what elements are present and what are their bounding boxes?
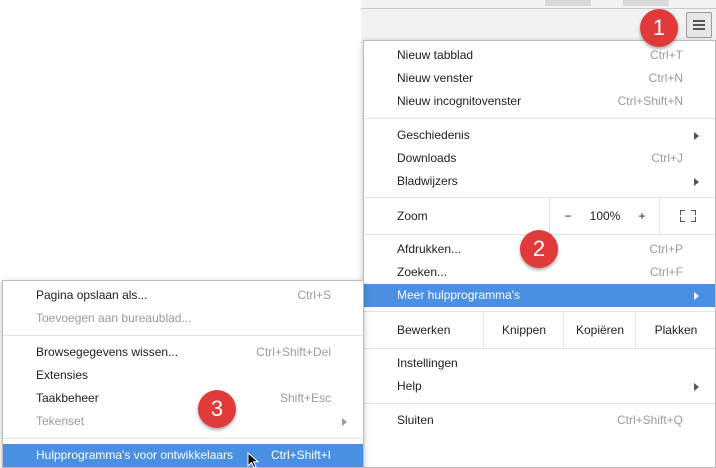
menu-item-label: Hulpprogramma's voor ontwikkelaars [36, 448, 234, 462]
menu-item-label: Downloads [397, 151, 457, 165]
fullscreen-icon [680, 210, 696, 222]
menu-item-new-incognito[interactable]: Nieuw incognitovenster Ctrl+Shift+N [364, 90, 715, 113]
menu-item-label: Nieuw incognitovenster [397, 94, 522, 108]
submenu-item-extensions[interactable]: Extensies [3, 364, 363, 387]
paste-button[interactable]: Plakken [635, 312, 716, 348]
menu-item-shortcut: Ctrl+T [650, 48, 683, 62]
zoom-level: 100% [585, 198, 625, 234]
menu-item-label: Zoeken... [397, 265, 448, 279]
zoom-plus-button[interactable]: + [625, 198, 659, 234]
menu-separator [364, 348, 715, 349]
menu-item-shortcut: Shift+Esc [279, 391, 331, 405]
menu-item-shortcut: Ctrl+Shift+I [270, 448, 331, 462]
menu-item-new-tab[interactable]: Nieuw tabblad Ctrl+T [364, 44, 715, 67]
fullscreen-corner [691, 210, 696, 215]
menu-item-label: Sluiten [397, 413, 434, 427]
menu-item-shortcut: Ctrl+F [650, 265, 683, 279]
zoom-plus-label: + [638, 209, 646, 223]
step-badge-3: 3 [198, 390, 236, 428]
menu-item-shortcut: Ctrl+Shift+N [617, 94, 683, 108]
fullscreen-corner [680, 217, 685, 222]
menu-item-label: Nieuw tabblad [397, 48, 474, 62]
menu-item-label: Geschiedenis [397, 128, 470, 142]
menu-item-bookmarks[interactable]: Bladwijzers [364, 170, 715, 193]
menu-item-shortcut: Ctrl+S [297, 288, 331, 302]
menu-item-shortcut: Ctrl+J [651, 151, 683, 165]
menu-item-downloads[interactable]: Downloads Ctrl+J [364, 147, 715, 170]
edit-label: Bewerken [397, 323, 451, 337]
hamburger-icon [693, 28, 705, 30]
menu-item-label: Nieuw venster [397, 71, 474, 85]
menu-item-label: Pagina opslaan als... [36, 288, 148, 302]
submenu-item-encoding: Tekenset [3, 410, 363, 433]
cut-button[interactable]: Knippen [483, 312, 564, 348]
fullscreen-corner [691, 217, 696, 222]
menu-separator [364, 403, 715, 404]
menu-item-history[interactable]: Geschiedenis [364, 124, 715, 147]
menu-item-exit[interactable]: Sluiten Ctrl+Shift+Q [364, 409, 715, 432]
menu-item-shortcut: Ctrl+Shift+Del [256, 345, 331, 359]
menu-item-shortcut: Ctrl+P [649, 242, 683, 256]
menu-separator [364, 118, 715, 119]
menu-item-label: Bladwijzers [397, 174, 458, 188]
menu-item-label: Taakbeheer [36, 391, 99, 405]
cut-label: Knippen [501, 323, 547, 337]
zoom-minus-button[interactable]: − [549, 198, 586, 234]
menu-item-label: Help [397, 379, 422, 393]
submenu-arrow-icon [694, 178, 699, 186]
step-badge-2: 2 [520, 230, 558, 268]
mouse-cursor-icon [247, 452, 260, 468]
hamburger-icon [693, 20, 705, 22]
menu-separator [3, 438, 363, 439]
submenu-item-clear-browsing-data[interactable]: Browsegegevens wissen... Ctrl+Shift+Del [3, 341, 363, 364]
menu-item-shortcut: Ctrl+Shift+Q [616, 413, 683, 427]
submenu-item-developer-tools[interactable]: Hulpprogramma's voor ontwikkelaars Ctrl+… [3, 444, 363, 467]
zoom-label: Zoom [397, 209, 428, 223]
more-tools-submenu: Pagina opslaan als... Ctrl+S Toevoegen a… [2, 280, 364, 468]
tab-strip [623, 0, 669, 6]
menu-item-more-tools[interactable]: Meer hulpprogramma's [364, 284, 715, 307]
copy-label: Kopiëren [575, 323, 625, 337]
zoom-minus-label: − [564, 209, 572, 223]
zoom-value: 100% [589, 209, 621, 223]
submenu-arrow-icon [342, 418, 347, 426]
tab-strip [545, 0, 591, 6]
edit-row: Bewerken Knippen Kopiëren Plakken [364, 312, 715, 348]
menu-item-help[interactable]: Help [364, 375, 715, 398]
submenu-item-task-manager[interactable]: Taakbeheer Shift+Esc [3, 387, 363, 410]
chrome-menu-button[interactable] [686, 12, 712, 38]
paste-label: Plakken [654, 323, 698, 337]
menu-item-label: Afdrukken... [397, 242, 462, 256]
fullscreen-button[interactable] [659, 198, 716, 234]
step-badge-1: 1 [640, 9, 678, 47]
menu-item-settings[interactable]: Instellingen [364, 352, 715, 375]
menu-item-label: Extensies [36, 368, 89, 382]
copy-button[interactable]: Kopiëren [563, 312, 636, 348]
submenu-item-save-page[interactable]: Pagina opslaan als... Ctrl+S [3, 284, 363, 307]
submenu-arrow-icon [694, 383, 699, 391]
menu-item-label: Instellingen [397, 356, 458, 370]
menu-item-new-window[interactable]: Nieuw venster Ctrl+N [364, 67, 715, 90]
menu-item-label: Toevoegen aan bureaublad... [36, 311, 192, 325]
submenu-arrow-icon [694, 132, 699, 140]
zoom-row: Zoom − 100% + [364, 198, 715, 234]
menu-item-label: Meer hulpprogramma's [397, 288, 521, 302]
menu-item-label: Browsegegevens wissen... [36, 345, 179, 359]
hamburger-icon [693, 24, 705, 26]
menu-item-shortcut: Ctrl+N [648, 71, 683, 85]
fullscreen-corner [680, 210, 685, 215]
menu-separator [3, 335, 363, 336]
menu-item-label: Tekenset [36, 414, 85, 428]
submenu-arrow-icon [694, 292, 699, 300]
submenu-item-add-to-desktop: Toevoegen aan bureaublad... [3, 307, 363, 330]
